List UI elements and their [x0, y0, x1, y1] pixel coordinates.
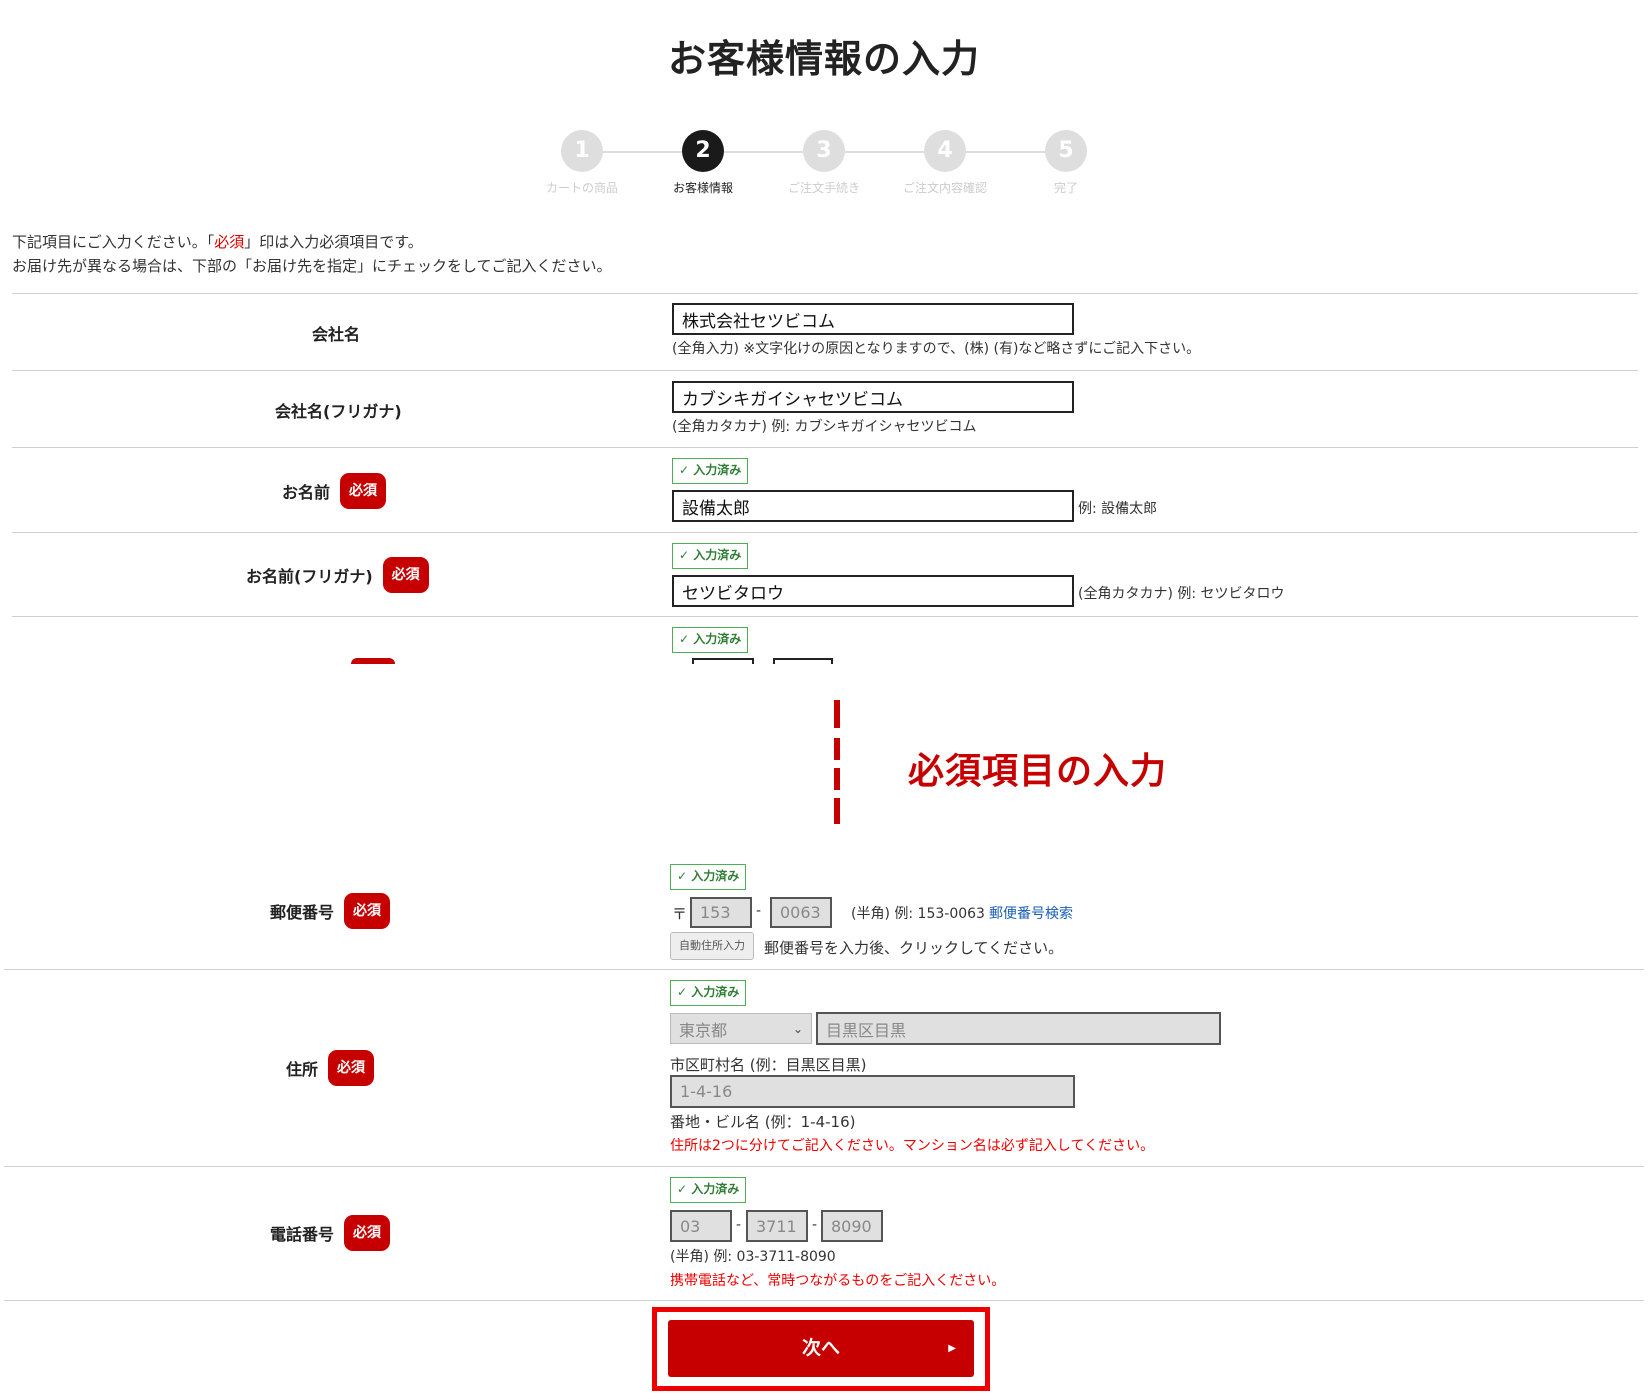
- postal-search-link[interactable]: 郵便番号検索: [989, 903, 1073, 923]
- company-note: (全角入力) ※文字化けの原因となりますので、(株) (有)など略さずにご記入下…: [672, 341, 1201, 357]
- name-input[interactable]: 設備太郎: [672, 490, 1074, 522]
- required-mark-text: 必須: [214, 233, 245, 251]
- step-number: 2: [682, 130, 724, 172]
- required-badge: 必須: [344, 893, 391, 929]
- separator-dash: [834, 768, 840, 790]
- company-input[interactable]: 株式会社セツビコム: [672, 303, 1074, 335]
- step-label: お客様情報: [672, 181, 733, 195]
- cut-input: [692, 658, 754, 664]
- intro-line-2: お届け先が異なる場合は、下部の「お届け先を指定」にチェックをしてご記入ください。: [12, 257, 612, 275]
- required-badge: 必須: [328, 1050, 375, 1086]
- row-divider: [12, 447, 1638, 448]
- required-badge: 必須: [344, 1215, 391, 1251]
- postal-input-1[interactable]: 153: [690, 897, 752, 928]
- intro-line-1: 下記項目にご入力ください。「必須」印は入力必須項目です。: [12, 233, 423, 251]
- auto-address-button[interactable]: 自動住所入力: [670, 932, 754, 960]
- phone-label: 電話番号 必須: [270, 1215, 391, 1251]
- step-4: 4 ご注文内容確認: [875, 130, 1015, 196]
- required-badge: 必須: [340, 473, 387, 509]
- page-title: お客様情報の入力: [667, 37, 980, 81]
- postal-prefix: 〒: [672, 905, 688, 923]
- row-divider: [12, 370, 1638, 371]
- arrow-right-icon: ▶: [948, 1343, 956, 1354]
- postal-input-2[interactable]: 0063: [770, 897, 832, 928]
- city-note: 市区町村名 (例：目黒区目黒): [670, 1056, 867, 1074]
- company-kana-note: (全角カタカナ) 例: カブシキガイシャセツビコム: [672, 419, 977, 435]
- row-divider: [4, 1166, 1644, 1167]
- row-divider: [4, 1300, 1644, 1301]
- step-number: 4: [924, 130, 966, 172]
- step-number: 1: [561, 130, 603, 172]
- name-label: お名前 必須: [282, 473, 387, 509]
- filled-chip: ✓ 入力済み: [672, 627, 749, 653]
- row-divider: [12, 616, 1638, 617]
- phone-input-1[interactable]: 03: [670, 1210, 732, 1242]
- step-label: カートの商品: [545, 181, 618, 195]
- cut-badge: [351, 658, 395, 664]
- filled-chip: ✓ 入力済み: [670, 980, 747, 1006]
- filled-chip: ✓ 入力済み: [672, 543, 749, 569]
- separator-dash: [834, 738, 840, 760]
- progress-steps: 1 カートの商品 2 お客様情報 3 ご注文手続き 4 ご注文内容確認 5 完了: [0, 130, 1648, 200]
- name-note: 例: 設備太郎: [1078, 501, 1158, 517]
- filled-chip: ✓ 入力済み: [670, 864, 747, 890]
- name-kana-input[interactable]: セツビタロウ: [672, 575, 1074, 607]
- phone-dash: -: [812, 1217, 818, 1233]
- auto-address-note: 郵便番号を入力後、クリックしてください。: [764, 939, 1064, 957]
- row-divider: [4, 969, 1644, 970]
- next-button[interactable]: 次へ ▶: [668, 1320, 974, 1377]
- phone-input-3[interactable]: 8090: [821, 1210, 883, 1242]
- step-2-active: 2 お客様情報: [633, 130, 773, 196]
- step-label: 完了: [1053, 181, 1078, 195]
- name-kana-note: (全角カタカナ) 例: セツビタロウ: [1078, 586, 1285, 602]
- step-1: 1 カートの商品: [512, 130, 652, 196]
- separator-dash: [834, 700, 840, 728]
- phone-dash: -: [736, 1217, 742, 1233]
- phone-warning: 携帯電話など、常時つながるものをご記入ください。: [670, 1273, 1006, 1289]
- postal-label: 郵便番号 必須: [270, 893, 391, 929]
- filled-chip: ✓ 入力済み: [670, 1177, 747, 1203]
- city-input[interactable]: 目黒区目黒: [816, 1012, 1221, 1045]
- cut-input: [773, 658, 833, 664]
- postal-dash: -: [756, 903, 762, 919]
- name-kana-label: お名前(フリガナ) 必須: [246, 557, 429, 593]
- phone-input-2[interactable]: 3711: [746, 1210, 808, 1242]
- company-label: 会社名: [312, 325, 361, 344]
- separator-dash: [834, 798, 840, 824]
- step-number: 5: [1045, 130, 1087, 172]
- intro-text: 下記項目にご入力ください。「必須」印は入力必須項目です。 お届け先が異なる場合は…: [12, 230, 612, 278]
- required-badge: 必須: [382, 557, 429, 593]
- postal-note: (半角) 例: 153-0063: [851, 906, 985, 922]
- row-divider: [12, 532, 1638, 533]
- address-label: 住所 必須: [286, 1050, 375, 1086]
- step-3: 3 ご注文手続き: [754, 130, 894, 196]
- company-kana-label: 会社名(フリガナ): [275, 402, 402, 421]
- step-5: 5 完了: [996, 130, 1136, 196]
- address-warning: 住所は2つに分けてご記入ください。マンション名は必ず記入してください。: [670, 1138, 1155, 1154]
- step-label: ご注文手続き: [787, 181, 860, 195]
- step-label: ご注文内容確認: [902, 181, 987, 195]
- prefecture-select[interactable]: 東京都 ⌄: [670, 1013, 812, 1044]
- row-divider: [12, 293, 1638, 294]
- filled-chip: ✓ 入力済み: [672, 458, 749, 484]
- separator-title: 必須項目の入力: [908, 751, 1168, 792]
- street-note: 番地・ビル名 (例：1-4-16): [670, 1113, 856, 1131]
- chevron-down-icon: ⌄: [792, 1021, 803, 1036]
- phone-note: (半角) 例: 03-3711-8090: [670, 1249, 836, 1265]
- street-input[interactable]: 1-4-16: [670, 1075, 1075, 1108]
- step-number: 3: [803, 130, 845, 172]
- company-kana-input[interactable]: カブシキガイシャセツビコム: [672, 381, 1074, 413]
